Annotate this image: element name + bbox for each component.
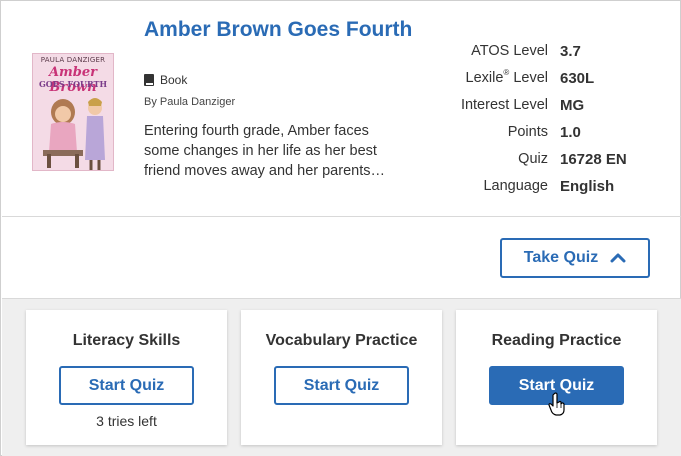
cover-author: PAULA DANZIGER <box>40 56 106 64</box>
stat-value: MG <box>560 97 585 114</box>
stat-label: ATOS Level <box>471 43 548 59</box>
stat-row-points: Points 1.0 <box>431 124 671 151</box>
book-card: PAULA DANZIGER Amber Brown GOES FOURTH A… <box>0 0 681 456</box>
take-quiz-button[interactable]: Take Quiz <box>500 238 650 278</box>
quiz-card-literacy-skills: Literacy Skills Start Quiz 3 tries left <box>26 310 227 445</box>
start-quiz-button-vocabulary[interactable]: Start Quiz <box>274 366 409 405</box>
stat-row-lexile: Lexile® Level 630L <box>431 68 671 97</box>
quiz-card-reading-practice: Reading Practice Start Quiz <box>456 310 657 445</box>
quiz-card-title: Reading Practice <box>491 332 622 349</box>
book-icon <box>144 74 154 86</box>
stat-value: 630L <box>560 70 595 87</box>
stat-value: 16728 EN <box>560 151 627 168</box>
hand-pointer-icon <box>548 392 565 416</box>
start-quiz-button-literacy[interactable]: Start Quiz <box>59 366 194 405</box>
quiz-card-vocabulary-practice: Vocabulary Practice Start Quiz <box>241 310 442 445</box>
cover-title-line2: GOES FOURTH <box>38 79 108 89</box>
book-cover-image[interactable]: PAULA DANZIGER Amber Brown GOES FOURTH <box>32 53 114 171</box>
book-stats: ATOS Level 3.7 Lexile® Level 630L Intere… <box>431 43 671 205</box>
chevron-up-icon <box>610 253 626 263</box>
quiz-card-title: Literacy Skills <box>72 332 181 349</box>
stat-label: Language <box>483 178 548 194</box>
stat-label: Interest Level <box>460 97 548 113</box>
quiz-options-tray: Literacy Skills Start Quiz 3 tries left … <box>2 298 681 456</box>
book-author: By Paula Danziger <box>144 96 236 108</box>
book-title[interactable]: Amber Brown Goes Fourth <box>144 18 412 42</box>
book-description: Entering fourth grade, Amber faces some … <box>144 123 385 179</box>
stat-value: 3.7 <box>560 43 581 60</box>
stat-row-quiz: Quiz 16728 EN <box>431 151 671 178</box>
stat-row-atos: ATOS Level 3.7 <box>431 43 671 70</box>
format-label: Book <box>160 73 188 87</box>
stat-label: Lexile® Level <box>465 68 549 86</box>
stat-label: Points <box>507 124 548 140</box>
quiz-card-title: Vocabulary Practice <box>265 332 418 349</box>
stat-value: English <box>560 178 615 195</box>
stat-value: 1.0 <box>560 124 581 141</box>
format-row: Book <box>144 73 187 87</box>
stat-label: Quiz <box>518 151 548 167</box>
section-divider <box>2 216 681 217</box>
cover-illustration <box>43 98 105 170</box>
take-quiz-label: Take Quiz <box>523 249 599 266</box>
stat-row-language: Language English <box>431 178 671 205</box>
tries-left-note: 3 tries left <box>96 413 157 429</box>
stat-row-interest: Interest Level MG <box>431 97 671 124</box>
